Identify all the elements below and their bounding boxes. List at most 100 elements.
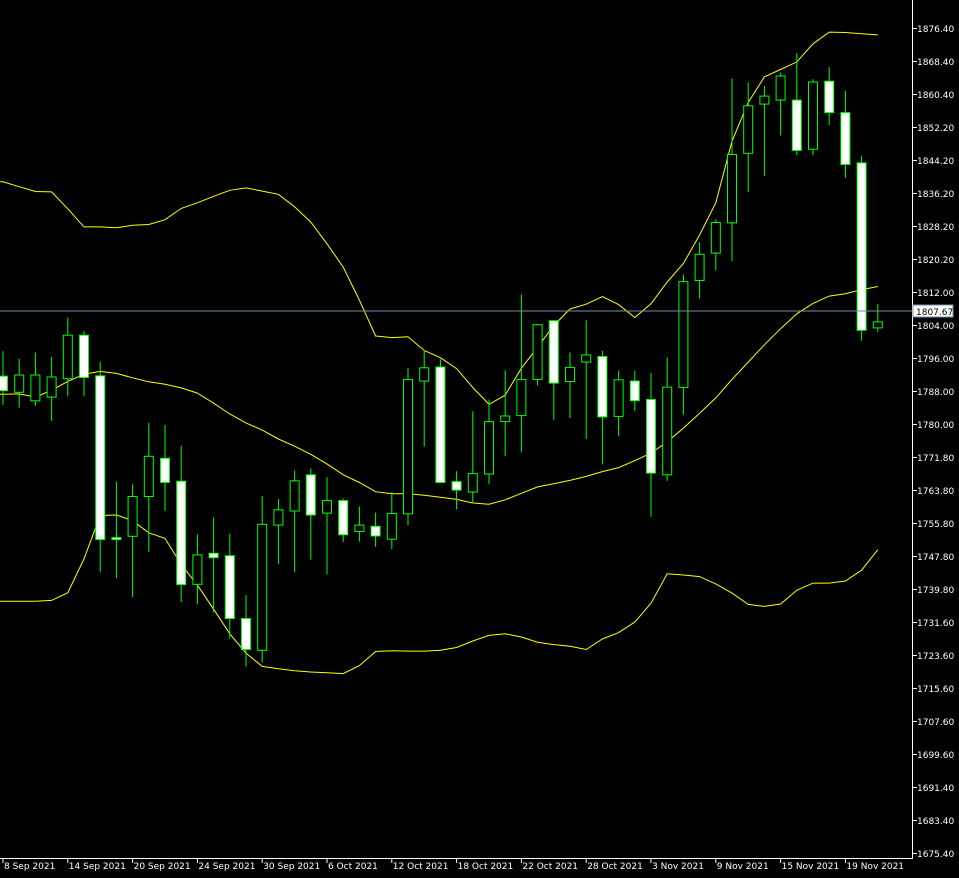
candle-body [403,378,413,515]
price-tick-label: 1715.60 [917,685,954,695]
candle-body [241,618,251,650]
candle [808,79,818,156]
candle-body [872,321,883,329]
candle-body [95,375,106,541]
candle-body [678,281,689,388]
candle-body [710,222,721,254]
candle-body [322,500,332,514]
time-tick-label: 28 Oct 2021 [587,862,643,872]
candle-body [0,375,8,392]
price-tick-label: 1747.80 [917,553,954,563]
price-tick-label: 1804.00 [917,322,954,332]
time-tick-label: 6 Oct 2021 [328,862,378,872]
price-tick-label: 1828.20 [917,223,954,233]
price-tick-label: 1788.00 [917,388,954,398]
candle-body [224,555,235,620]
time-tick-label: 19 Nov 2021 [846,862,904,872]
time-tick-label: 24 Sep 2021 [198,862,255,872]
candle-body [46,376,57,398]
candle-body [467,473,478,493]
candle-body [386,512,397,540]
candle-body [775,75,786,101]
candle-body [370,525,381,537]
candle-body [727,154,737,224]
price-tick-label: 1731.60 [917,619,954,629]
candle-body [451,481,462,491]
candle-body [808,81,818,150]
price-tick-label: 1820.20 [917,256,954,266]
price-tick-label: 1763.80 [917,487,954,497]
price-tick-label: 1868.40 [917,58,954,68]
time-tick-label: 12 Oct 2021 [393,862,449,872]
candle-body [305,474,316,516]
time-tick-label: 20 Sep 2021 [134,862,191,872]
time-tick-label: 9 Nov 2021 [717,862,769,872]
candle-body [62,334,73,380]
candle-body [257,523,268,651]
price-tick-label: 1780.00 [917,421,954,431]
candle-body [500,415,511,423]
candle-body [176,480,187,586]
price-tick-label: 1755.80 [917,520,954,530]
price-chart: 1876.40 1868.40 1860.40 1852.20 1844.20 1836.… [0,0,959,878]
candle-body [662,386,673,476]
time-tick-label: 14 Sep 2021 [69,862,126,872]
price-tick-label: 1852.20 [917,124,954,134]
candle-body [14,374,25,393]
candle-body [597,356,608,418]
candle-body [516,378,527,417]
candle-body [629,380,640,402]
candle-body [192,554,203,585]
time-tick-label: 30 Sep 2021 [263,862,320,872]
time-tick-label: 18 Oct 2021 [458,862,514,872]
price-tick-label: 1739.80 [917,586,954,596]
candle-body [208,552,219,559]
price-tick-label: 1876.40 [917,25,954,35]
price-tick-label: 1812.00 [917,289,954,299]
candle-body [581,354,592,363]
candle-body [289,480,300,512]
time-tick-label: 3 Nov 2021 [652,862,704,872]
candle [435,359,446,483]
candle-body [435,366,446,483]
candle-body [79,334,89,379]
price-tick-label: 1675.40 [917,850,954,860]
candle-body [646,399,656,474]
candle [403,367,413,526]
candle-body [484,421,494,475]
candle-body [565,366,575,382]
price-tick-label: 1796.00 [917,355,954,365]
candle [532,323,543,386]
time-tick-label: 22 Oct 2021 [522,862,578,872]
price-tick-label: 1860.40 [917,91,954,101]
candle-body [791,99,802,151]
candle-body [613,379,624,417]
candle-body [338,500,349,536]
candle-body [743,105,754,154]
price-tick-label: 1683.40 [917,817,954,827]
candle-body [143,455,154,497]
candle-body [160,457,170,483]
candle-body [419,367,430,382]
current-price-tag: 1807.67 [912,304,954,318]
candle [856,155,867,341]
candle-body [840,112,851,165]
price-tick-label: 1691.40 [917,784,954,794]
candle-body [824,80,835,114]
price-tick-label: 1699.60 [917,751,954,761]
candle-body [30,374,41,402]
price-tick-label: 1723.60 [917,652,954,662]
candle-body [273,509,284,526]
candle-body [532,324,543,380]
price-tick-label: 1707.60 [917,718,954,728]
price-tick-label: 1844.20 [917,157,954,167]
time-tick-label: 15 Nov 2021 [782,862,840,872]
current-price-label: 1807.67 [916,308,953,318]
candle-body [548,320,559,384]
candle-body [111,537,122,541]
candle-body [759,95,770,105]
candle-body [354,524,365,532]
candle-body [127,496,138,537]
price-tick-label: 1836.20 [917,190,954,200]
price-tick-label: 1771.80 [917,454,954,464]
